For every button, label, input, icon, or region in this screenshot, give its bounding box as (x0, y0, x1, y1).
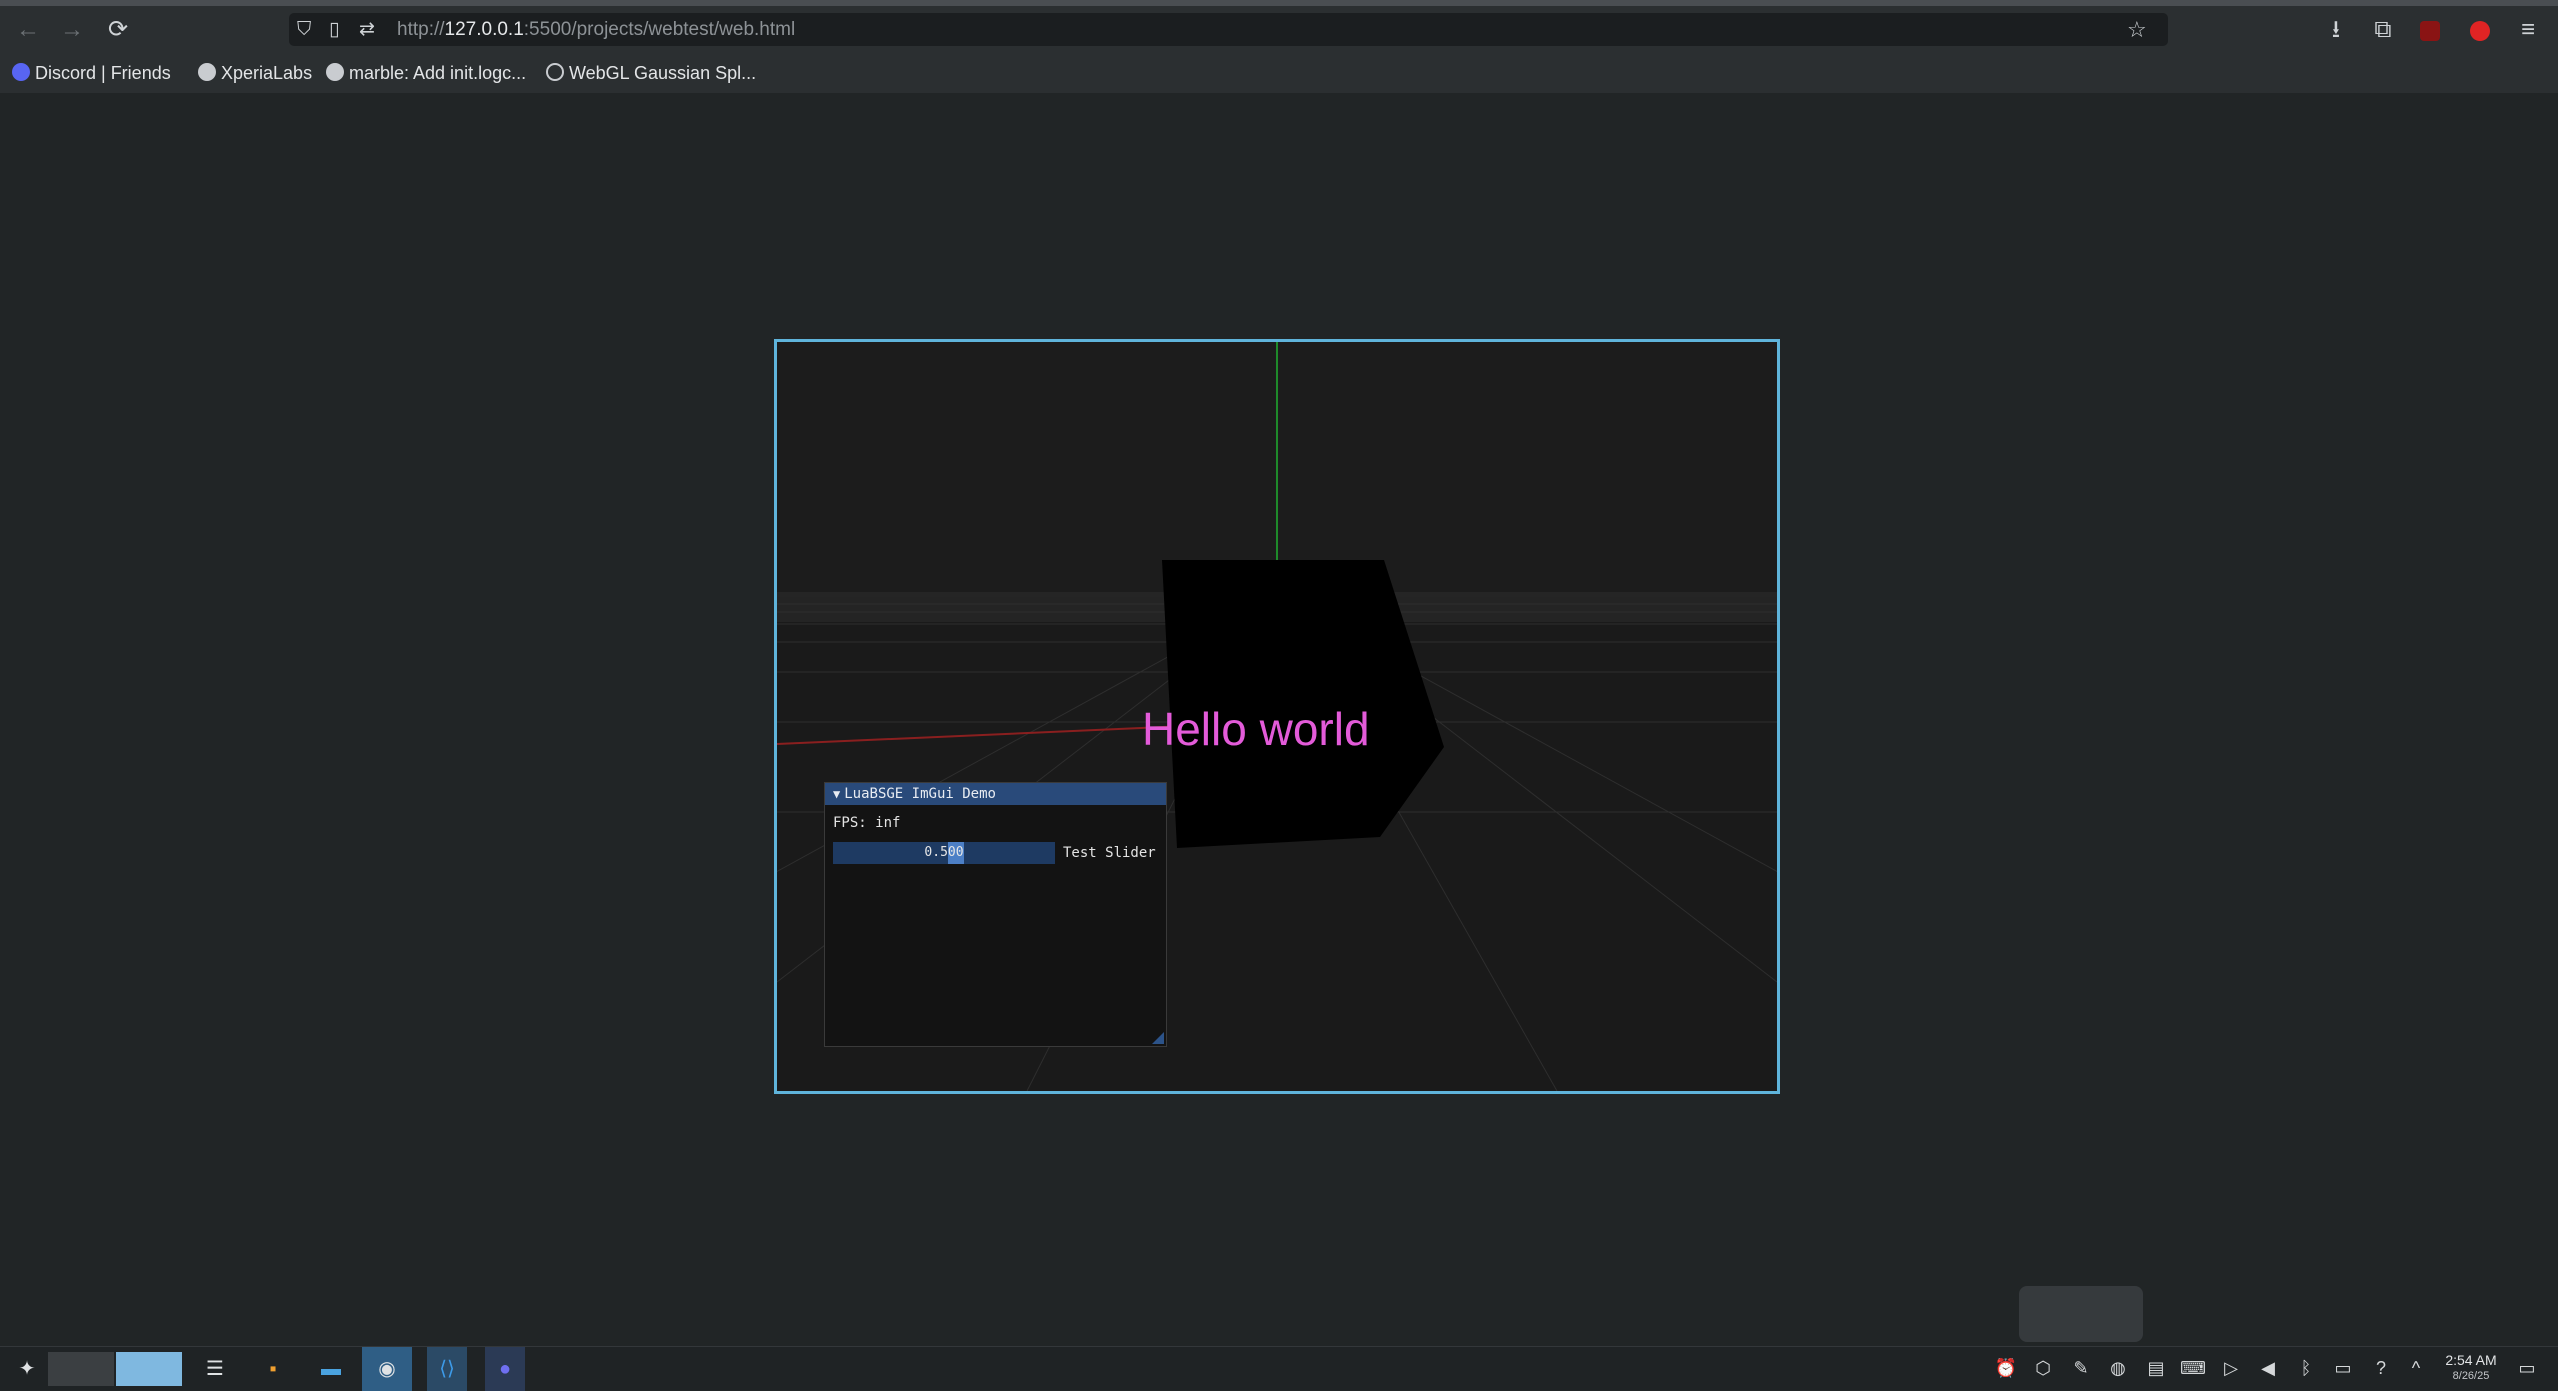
app-launcher-icon[interactable]: ✦ (10, 1347, 44, 1391)
browser-task-icon[interactable]: ◉ (362, 1347, 412, 1391)
youtube-extension-icon[interactable] (2465, 15, 2495, 45)
pen-icon[interactable]: ✎ (2068, 1355, 2094, 1381)
package-icon[interactable]: ⬡ (2030, 1355, 2056, 1381)
show-desktop-icon[interactable]: ▭ (2514, 1355, 2540, 1381)
virtual-desktop-1[interactable] (48, 1352, 114, 1386)
url-text[interactable]: http://127.0.0.1:5500/projects/webtest/w… (397, 13, 795, 46)
hello-world-text: Hello world (1142, 703, 1370, 755)
bookmarks-toolbar: Discord | Friends XperiaLabs marble: Add… (0, 53, 2558, 93)
page-info-icon[interactable]: ▯ (329, 13, 339, 46)
clock-date: 8/26/25 (2452, 1370, 2490, 1382)
help-icon[interactable]: ? (2368, 1355, 2394, 1381)
imgui-title-bar[interactable]: ▼ LuaBSGE ImGui Demo (825, 783, 1166, 805)
virtual-desktop-2[interactable] (116, 1352, 182, 1386)
test-slider[interactable]: 0.500 (833, 842, 1055, 864)
github-icon (198, 63, 216, 82)
collapse-arrow-icon[interactable]: ▼ (833, 787, 840, 801)
taskbar: ✦ ☰ ▪ ▬ ◉ ⟨⟩ ● ⏰ ⬡ ✎ ◍ ▤ ⌨ ▷ ◀ ᛒ ▭ ? ^ 2… (0, 1346, 2558, 1391)
alarm-icon[interactable]: ⏰ (1993, 1355, 2019, 1381)
fps-label: FPS: inf (833, 815, 901, 831)
network-icon[interactable]: ▭ (2330, 1355, 2356, 1381)
terminal-icon[interactable]: ▪ (256, 1347, 290, 1391)
extensions-icon[interactable]: ⧉ (2368, 15, 2398, 45)
taskbar-tooltip (2019, 1286, 2143, 1342)
imgui-title: LuaBSGE ImGui Demo (844, 786, 996, 802)
shield-icon[interactable]: ⛉ (297, 13, 311, 46)
discord-task-icon[interactable]: ● (485, 1347, 525, 1391)
bookmark-marble[interactable]: marble: Add init.logc... (326, 53, 526, 93)
keyboard-icon[interactable]: ⌨ (2180, 1355, 2206, 1381)
volume-icon[interactable]: ◀ (2255, 1355, 2281, 1381)
bookmark-discord[interactable]: Discord | Friends (12, 53, 171, 93)
vscode-task-icon[interactable]: ⟨⟩ (427, 1347, 467, 1391)
reload-button[interactable]: ⟳ (103, 15, 133, 45)
bookmark-webgl-gaussian[interactable]: WebGL Gaussian Spl... (546, 53, 756, 93)
clock[interactable]: 2:54 AM 8/26/25 (2436, 1352, 2506, 1383)
bluetooth-icon[interactable]: ᛒ (2293, 1355, 2319, 1381)
slider-grab[interactable]: 00 (947, 842, 964, 864)
bookmark-label: XperiaLabs (221, 63, 313, 83)
tray-expand-icon[interactable]: ^ (2403, 1355, 2429, 1381)
github-icon (326, 63, 344, 82)
menu-icon[interactable]: ≡ (2513, 15, 2543, 45)
webgl-canvas[interactable]: Hello world ▼ LuaBSGE ImGui Demo FPS: inf… (774, 339, 1780, 1094)
media-play-icon[interactable]: ▷ (2218, 1355, 2244, 1381)
resize-grip[interactable] (1152, 1032, 1164, 1044)
globe-icon (546, 63, 564, 82)
bookmark-xperialabs[interactable]: XperiaLabs (198, 53, 312, 93)
slider-label: Test Slider (1063, 845, 1156, 861)
bookmark-label: WebGL Gaussian Spl... (569, 63, 757, 83)
back-button[interactable]: ← (13, 15, 43, 45)
browser-toolbar: ← → ⟳ ⛉ ▯ ⇄ http://127.0.0.1:5500/projec… (0, 6, 2558, 53)
address-bar[interactable]: ⛉ ▯ ⇄ http://127.0.0.1:5500/projects/web… (289, 13, 2168, 46)
clipboard-icon[interactable]: ▤ (2143, 1355, 2169, 1381)
task-manager-icon[interactable]: ☰ (198, 1347, 232, 1391)
sync-icon[interactable]: ◍ (2105, 1355, 2131, 1381)
file-manager-icon[interactable]: ▬ (314, 1347, 348, 1391)
clock-time: 2:54 AM (2445, 1352, 2497, 1368)
discord-icon (12, 63, 30, 82)
bookmark-label: Discord | Friends (35, 63, 171, 83)
bookmark-label: marble: Add init.logc... (349, 63, 527, 83)
permissions-icon[interactable]: ⇄ (359, 13, 375, 46)
downloads-icon[interactable]: ⭳ (2321, 15, 2351, 45)
slider-value-text: 0.5 (924, 845, 948, 860)
forward-button[interactable]: → (57, 15, 87, 45)
ublock-icon[interactable] (2415, 15, 2445, 45)
imgui-window[interactable]: ▼ LuaBSGE ImGui Demo FPS: inf 0.500 Test … (824, 782, 1167, 1047)
bookmark-star-icon[interactable]: ☆ (2127, 13, 2147, 46)
